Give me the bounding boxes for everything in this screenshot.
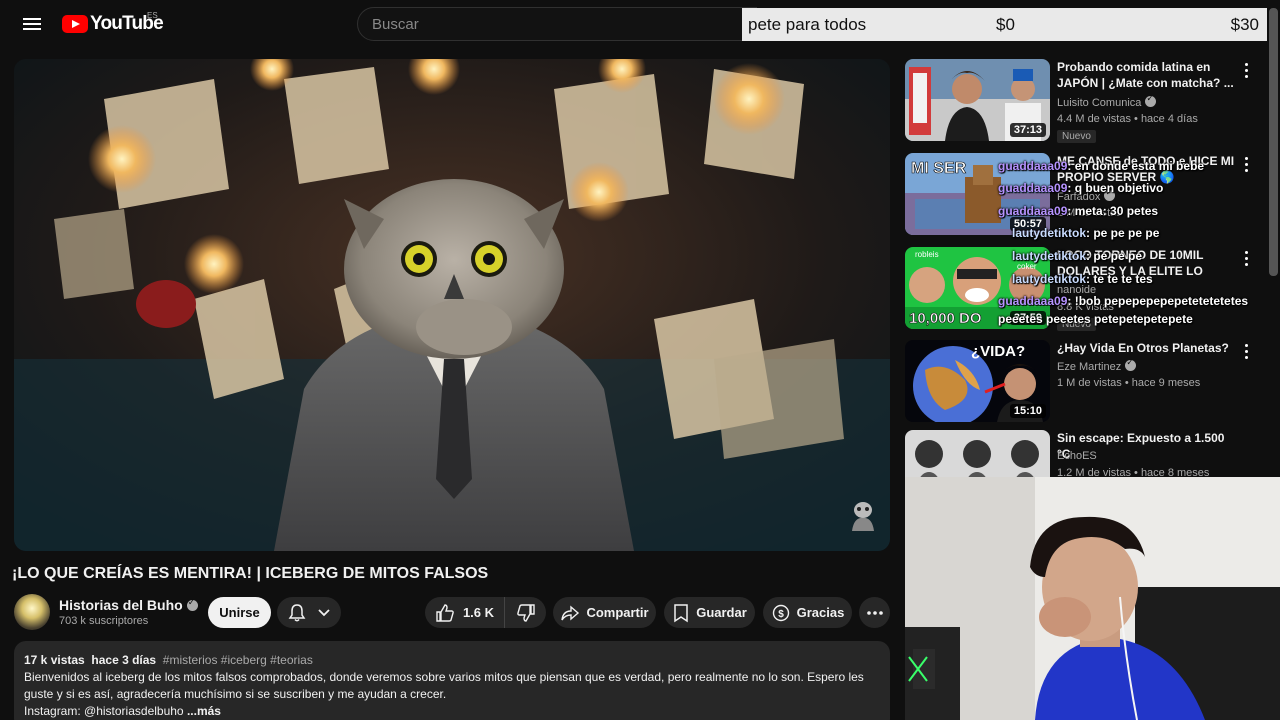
like-button[interactable]: 1.6 K (425, 597, 505, 628)
chat-username: guaddaaa09 (998, 294, 1068, 308)
save-label: Guardar (696, 605, 747, 620)
chat-text: : !bob pepepepepepetetetetetes (1067, 294, 1249, 308)
share-button[interactable]: Compartir (553, 597, 656, 628)
dislike-button[interactable] (505, 597, 546, 628)
view-count: 17 k vistas (24, 653, 85, 667)
more-actions-button[interactable] (859, 597, 890, 628)
donation-goal-target: $30 (1230, 15, 1259, 34)
recommendation-channel-row[interactable]: Luisito Comunica (1057, 93, 1157, 109)
thumbnail-name: robleis (915, 250, 939, 259)
description-box[interactable]: 17 k vistas hace 3 días #misterios #iceb… (14, 641, 890, 720)
subscribe-bell-button[interactable] (277, 597, 341, 628)
chat-text: : en donde esta mi bebe (1067, 159, 1205, 173)
thumbnail-text: 10,000 DO (909, 310, 982, 327)
like-count: 1.6 K (462, 605, 495, 620)
channel-watermark-icon[interactable] (846, 497, 880, 531)
chat-text: peeetes peeetes petepetepetepete (998, 312, 1193, 326)
chat-message: peeetes peeetes petepetepetepete (998, 312, 1193, 326)
chat-message: guaddaaa09: en donde esta mi bebe (998, 159, 1204, 173)
page-scrollbar[interactable] (1269, 8, 1278, 276)
chat-username: guaddaaa09 (998, 204, 1068, 218)
new-badge: Nuevo (1057, 130, 1096, 143)
chat-message: guaddaaa09: !bob pepepepepepetetetetetes (998, 294, 1248, 308)
recommendation-channel[interactable]: Eze Martinez (1057, 361, 1121, 373)
webcam-feed (905, 477, 1280, 720)
show-more-link[interactable]: ...más (187, 704, 221, 718)
chat-username: lautydetiktok (1012, 226, 1087, 240)
chat-text: : q buen objetivo (1067, 181, 1164, 195)
chat-text: : meta: 30 petes (1067, 204, 1159, 218)
svg-text:$: $ (778, 609, 784, 620)
channel-name-row[interactable]: Historias del Buho (59, 597, 198, 613)
donation-goal-current: $0 (996, 15, 1015, 34)
chat-message: lautydetiktok: pe pe pe pe (1012, 226, 1159, 240)
kebab-menu-icon[interactable] (1240, 61, 1252, 79)
upload-date: hace 3 días (91, 653, 157, 667)
verified-icon (1125, 357, 1137, 371)
chat-text: : pe pe pe pe (1086, 226, 1160, 240)
super-thanks-icon: $ (772, 604, 789, 621)
channel-avatar[interactable] (14, 594, 50, 630)
bookmark-icon (674, 603, 688, 622)
verified-icon (1145, 93, 1157, 107)
thanks-label: Gracias (796, 605, 845, 620)
share-icon (561, 604, 580, 621)
search-box[interactable] (357, 7, 757, 41)
video-duration: 15:10 (1009, 404, 1046, 418)
stream-chat-overlay: guaddaaa09: en donde esta mi bebe guadda… (998, 156, 1268, 331)
subscriber-count: 703 k suscriptores (59, 615, 149, 627)
description-text: Bienvenidos al iceberg de los mitos fals… (24, 670, 864, 701)
recommendation-channel[interactable]: Luisito Comunica (1057, 97, 1141, 109)
chat-username: guaddaaa09 (998, 181, 1068, 195)
chat-username: guaddaaa09 (998, 159, 1068, 173)
chat-message: guaddaaa09: meta: 30 petes (998, 204, 1158, 218)
recommendation-channel-row[interactable]: Eze Martinez (1057, 357, 1137, 373)
chevron-down-icon (318, 608, 330, 616)
share-label: Compartir (586, 605, 649, 620)
thumbnail-text: ¿VIDA? (971, 343, 1025, 360)
chat-username: lautydetiktok (1012, 249, 1087, 263)
recommendation-channel[interactable]: EchoES (1057, 450, 1097, 462)
save-button[interactable]: Guardar (664, 597, 755, 628)
donation-goal-title: pete para todos (748, 15, 867, 34)
chat-text: : te te te tes (1086, 272, 1153, 286)
region-code: ES (147, 11, 158, 20)
recommendation-item[interactable]: ¿VIDA? 15:10 ¿Hay Vida En Otros Planetas… (905, 340, 1265, 424)
recommendation-meta: 1 M de vistas • hace 9 meses (1057, 377, 1201, 389)
recommendation-title[interactable]: Probando comida latina en JAPÓN | ¿Mate … (1057, 59, 1237, 91)
menu-icon[interactable] (20, 12, 44, 36)
instagram-line: Instagram: @historiasdelbuho (24, 704, 184, 718)
like-dislike-group: 1.6 K (425, 597, 546, 628)
thumbs-up-icon (436, 603, 454, 622)
video-title: ¡LO QUE CREÍAS ES MENTIRA! | ICEBERG DE … (12, 565, 489, 582)
chat-message: lautydetiktok: te te te tes (1012, 272, 1153, 286)
video-thumbnail[interactable]: ¿VIDA? 15:10 (905, 340, 1050, 422)
chat-message: lautydetiktok: pe pe pe (1012, 249, 1142, 263)
thumbs-down-icon (516, 603, 535, 622)
masthead: YouTube ES pete para todos $0 $30 (0, 0, 1280, 48)
hashtags[interactable]: #misterios #iceberg #teorias (163, 653, 313, 667)
youtube-play-icon (62, 15, 88, 33)
video-frame (14, 59, 890, 551)
video-player[interactable] (14, 59, 890, 551)
search-input[interactable] (372, 16, 732, 33)
streamer-webcam (905, 477, 1280, 720)
channel-name[interactable]: Historias del Buho (59, 597, 183, 613)
chat-message: guaddaaa09: q buen objetivo (998, 181, 1163, 195)
donation-goal-overlay: pete para todos $0 $30 (742, 8, 1267, 41)
thanks-button[interactable]: $ Gracias (763, 597, 852, 628)
thumbnail-text: MI SER (911, 160, 967, 177)
chat-username: lautydetiktok (1012, 272, 1087, 286)
recommendation-meta: 4.4 M de vistas • hace 4 días (1057, 113, 1198, 125)
bell-icon (288, 603, 306, 621)
kebab-menu-icon[interactable] (1240, 342, 1252, 360)
recommendation-item[interactable]: 37:13 Probando comida latina en JAPÓN | … (905, 59, 1265, 143)
join-button[interactable]: Unirse (208, 597, 271, 628)
video-thumbnail[interactable]: 37:13 (905, 59, 1050, 141)
chat-text: : pe pe pe (1086, 249, 1143, 263)
verified-icon (186, 597, 198, 611)
more-horizontal-icon (866, 610, 883, 615)
video-duration: 37:13 (1009, 123, 1046, 137)
recommendation-title[interactable]: ¿Hay Vida En Otros Planetas? (1057, 340, 1237, 356)
